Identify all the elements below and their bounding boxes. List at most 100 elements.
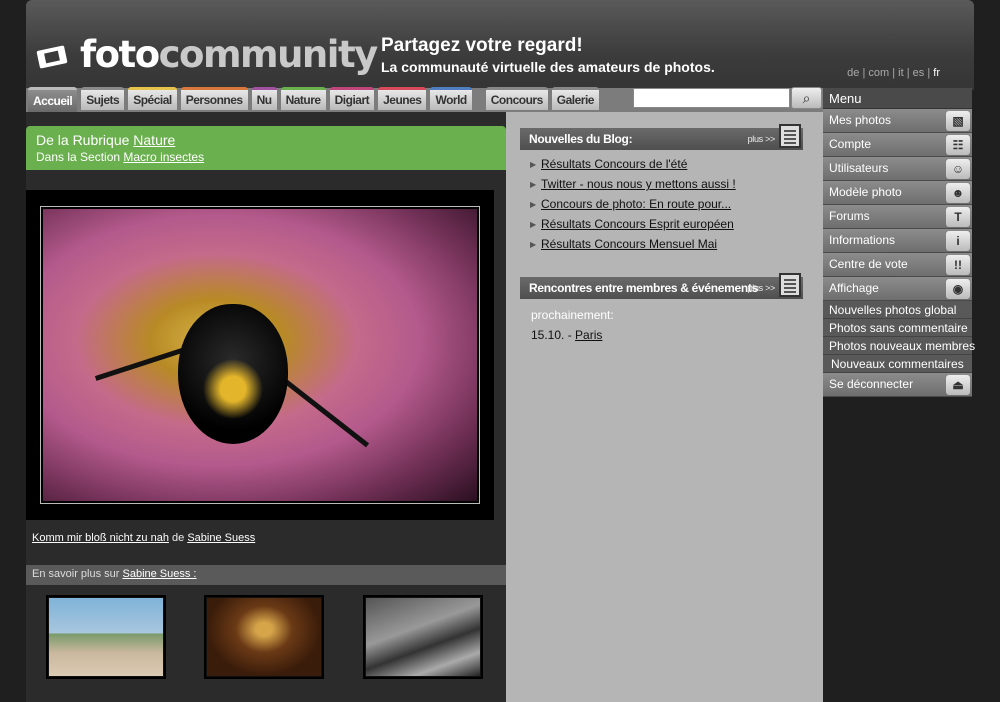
bullet-arrow-icon: ▶ — [530, 159, 537, 169]
search-button[interactable]: ⌕ — [791, 87, 822, 109]
blog-item: ▶ Résultats Concours Esprit européen — [530, 214, 736, 234]
menu-items: Mes photos ▧ Compte ☷ Utilisateurs ☺ Modèle ph… — [823, 109, 972, 301]
eject-icon: ⏏ — [946, 375, 970, 395]
side-menu: Menu Mes photos ▧ Compte ☷ Utilisateurs ☺ Modè… — [823, 88, 975, 397]
language-switcher: de | com | it | es | fr — [847, 67, 940, 79]
menu-item-label: Forums — [829, 209, 870, 223]
events-title: Rencontres entre membres & événements — [529, 281, 758, 295]
rubrique-line: De la Rubrique Nature — [36, 132, 496, 148]
photo-title-link[interactable]: Komm mir bloß nicht zu nah — [32, 532, 169, 544]
bullet-arrow-icon: ▶ — [530, 199, 537, 209]
menu-subitem[interactable]: Nouvelles photos global — [823, 301, 972, 319]
logout-label: Se déconnecter — [829, 377, 914, 391]
menu-item-mod-le-photo[interactable]: Modèle photo ☻ — [823, 181, 972, 205]
rubrique-header: De la Rubrique Nature Dans la Section Ma… — [26, 126, 506, 170]
tab-jeunes[interactable]: Jeunes — [378, 87, 427, 110]
lang-fr[interactable]: fr — [933, 67, 940, 79]
lang-es[interactable]: es — [913, 67, 925, 79]
tab-accueil[interactable]: Accueil — [28, 87, 78, 112]
tab-world[interactable]: World — [430, 87, 472, 110]
logo-part-2: community — [158, 33, 379, 76]
author-thumbnail[interactable] — [46, 595, 166, 679]
photo-author-link[interactable]: Sabine Suess — [187, 532, 255, 544]
more-from-author-bar: En savoir plus sur Sabine Suess : — [26, 565, 506, 585]
menu-spacer — [823, 398, 972, 702]
menu-item-label: Informations — [829, 233, 896, 247]
blog-list-icon[interactable] — [779, 124, 801, 148]
featured-photo[interactable] — [43, 209, 477, 501]
blog-title: Nouvelles du Blog: — [529, 132, 633, 146]
photos-icon: ▧ — [946, 111, 970, 131]
calendar-icon[interactable] — [779, 273, 801, 297]
tab-sujets[interactable]: Sujets — [81, 87, 125, 110]
featured-photo-border — [40, 206, 480, 504]
tab-personnes[interactable]: Personnes — [180, 87, 248, 110]
info-icon: i — [946, 231, 970, 251]
author-thumbnail[interactable] — [363, 595, 483, 679]
menu-item-compte[interactable]: Compte ☷ — [823, 133, 972, 157]
bullet-arrow-icon: ▶ — [530, 239, 537, 249]
tab-galerie[interactable]: Galerie — [551, 87, 599, 110]
events-next-label: prochainement: — [531, 308, 614, 322]
site-logo[interactable]: fotocommunity — [36, 32, 379, 77]
events-more-link[interactable]: plus >> — [748, 283, 776, 293]
tagline-sub: La communauté virtuelle des amateurs de … — [381, 59, 715, 75]
logout-button[interactable]: Se déconnecter ⏏ — [823, 373, 972, 397]
menu-item-label: Utilisateurs — [829, 161, 889, 175]
photo-caption: Komm mir bloß nicht zu nah de Sabine Sue… — [32, 532, 255, 544]
menu-item-label: Modèle photo — [829, 185, 902, 199]
forums-icon: T — [946, 207, 970, 227]
tab-digiart[interactable]: Digiart — [329, 87, 375, 110]
menu-item-informations[interactable]: Informations i — [823, 229, 972, 253]
menu-subitem[interactable]: Nouveaux commentaires — [823, 355, 972, 373]
header: fotocommunity Partagez votre regard! La … — [26, 0, 974, 90]
tab-concours[interactable]: Concours — [485, 87, 548, 110]
menu-item-affichage[interactable]: Affichage ◉ — [823, 277, 972, 301]
menu-item-label: Centre de vote — [829, 257, 908, 271]
tagline: Partagez votre regard! La communauté vir… — [381, 35, 715, 75]
logo-part-1: foto — [80, 33, 160, 76]
blog-section-header: Nouvelles du Blog: plus >> — [520, 124, 803, 150]
tab-nu[interactable]: Nu — [251, 87, 277, 110]
photo-by: de — [172, 532, 185, 544]
blog-item-link[interactable]: Résultats Concours Esprit européen — [541, 217, 734, 231]
rubrique-link[interactable]: Nature — [133, 132, 175, 148]
magnifier-icon: ⌕ — [802, 89, 811, 106]
blog-item: ▶ Concours de photo: En route pour... — [530, 194, 736, 214]
event-date: 15.10. - — [531, 328, 572, 342]
event-city-link[interactable]: Paris — [575, 328, 602, 342]
camera-logo-icon — [36, 42, 72, 69]
menu-item-forums[interactable]: Forums T — [823, 205, 972, 229]
menu-item-centre-de-vote[interactable]: Centre de vote!! — [823, 253, 972, 277]
lang-it[interactable]: it — [898, 67, 904, 79]
account-icon: ☷ — [946, 135, 970, 155]
author-thumbnail[interactable] — [204, 595, 324, 679]
blog-item-link[interactable]: Concours de photo: En route pour... — [541, 197, 731, 211]
vote-icon: !! — [946, 255, 970, 275]
blog-more-link[interactable]: plus >> — [748, 134, 776, 144]
menu-item-utilisateurs[interactable]: Utilisateurs ☺ — [823, 157, 972, 181]
blog-item: ▶ Résultats Concours de l'été — [530, 154, 736, 174]
menu-subitem[interactable]: Photos sans commentaire — [823, 319, 972, 337]
menu-item-label: Affichage — [829, 281, 879, 295]
events-section-header: Rencontres entre membres & événements pl… — [520, 273, 803, 299]
news-panel: Nouvelles du Blog: plus >> ▶ Résultats Co… — [506, 112, 823, 702]
blog-item-link[interactable]: Résultats Concours de l'été — [541, 157, 687, 171]
lang-com[interactable]: com — [868, 67, 889, 79]
menu-item-mes-photos[interactable]: Mes photos ▧ — [823, 109, 972, 133]
menu-subitem[interactable]: Photos nouveaux membres — [823, 337, 975, 355]
tab-spcial[interactable]: Spécial — [128, 87, 177, 110]
blog-item-link[interactable]: Twitter - nous nous y mettons aussi ! — [541, 177, 736, 191]
tab-nature[interactable]: Nature — [280, 87, 326, 110]
more-author-link[interactable]: Sabine Suess : — [123, 568, 197, 580]
blog-list: ▶ Résultats Concours de l'été ▶ Twitter - n… — [530, 154, 736, 254]
event-entry: 15.10. - Paris — [531, 328, 614, 342]
menu-title: Menu — [823, 88, 972, 109]
search-input[interactable] — [633, 88, 790, 108]
lang-de[interactable]: de — [847, 67, 859, 79]
featured-photo-frame — [26, 190, 494, 520]
section-link[interactable]: Macro insectes — [123, 150, 204, 164]
menu-item-label: Compte — [829, 137, 872, 151]
blog-item-link[interactable]: Résultats Concours Mensuel Mai — [541, 237, 717, 251]
section-prefix: Dans la Section — [36, 150, 121, 164]
